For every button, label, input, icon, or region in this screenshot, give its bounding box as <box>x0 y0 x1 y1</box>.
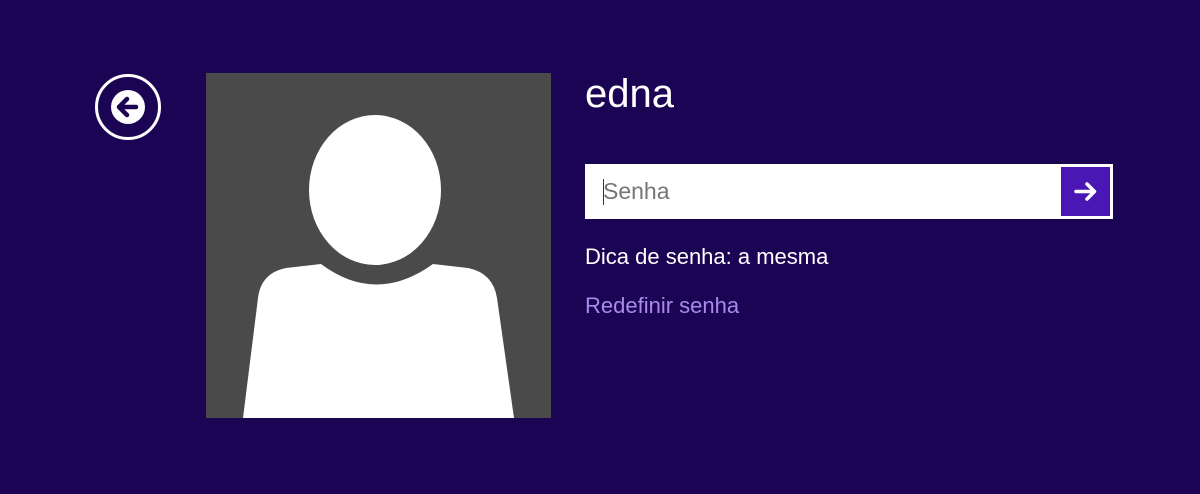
password-hint: Dica de senha: a mesma <box>585 244 829 269</box>
username: edna <box>585 72 674 116</box>
text-caret <box>603 179 604 205</box>
arrow-right-icon <box>1074 182 1097 201</box>
user-silhouette-icon <box>243 115 514 418</box>
user-avatar <box>206 73 551 418</box>
submit-button[interactable] <box>1061 167 1110 216</box>
password-field-container <box>585 164 1113 219</box>
reset-password-link[interactable]: Redefinir senha <box>585 292 739 320</box>
password-input[interactable] <box>587 166 1059 217</box>
back-button[interactable] <box>95 74 161 140</box>
arrow-left-icon <box>111 90 145 124</box>
